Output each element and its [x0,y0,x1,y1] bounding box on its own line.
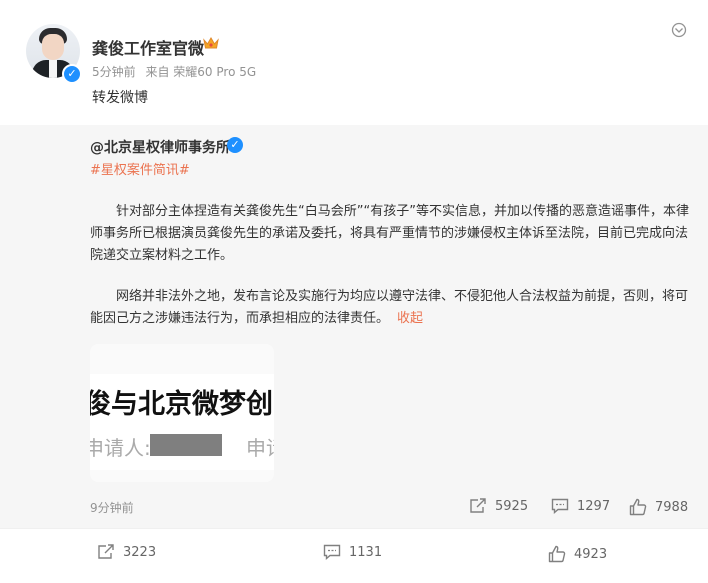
author-name[interactable]: 龚俊工作室官微 [92,35,204,59]
crown-icon [203,37,219,49]
quoted-repost-count: 5925 [495,498,529,514]
avatar-shirt [49,60,57,78]
like-button[interactable]: 4923 [548,545,607,563]
post-time[interactable]: 5分钟前 [92,65,136,79]
like-icon [548,545,566,563]
collapse-link[interactable]: 收起 [397,311,423,326]
repost-count: 3223 [123,544,157,560]
comment-count: 1131 [349,544,383,560]
repost-button[interactable]: 3223 [97,544,156,560]
weibo-post-card: ✓ 龚俊工作室官微 5分钟前 来自 荣耀60 Pro 5G 转发微博 @北京星权… [0,0,708,583]
post-source: 来自 荣耀60 Pro 5G [145,65,257,79]
comment-button[interactable]: 1131 [323,544,382,560]
thumbnail-redaction [150,434,222,456]
quoted-image-thumbnail[interactable]: 俊与北京微梦创 申请人: 申请 [90,344,274,482]
like-icon [629,498,647,516]
thumbnail-text-line1: 俊与北京微梦创 [90,389,273,420]
comment-icon [323,544,341,560]
thumbnail-text-line2: 申请人: [90,436,151,460]
quoted-verified-icon: ✓ [227,137,243,153]
quoted-time[interactable]: 9分钟前 [90,499,134,516]
more-icon[interactable] [666,22,692,38]
quoted-like-button[interactable]: 7988 [629,498,688,516]
quoted-like-count: 7988 [655,499,689,515]
quoted-comment-button[interactable]: 1297 [551,498,610,514]
thumbnail-text-line3: 申请 [246,436,274,460]
repost-icon [470,498,486,513]
verified-badge-icon: ✓ [62,64,82,84]
avatar-face [42,34,64,60]
repost-icon [98,544,114,559]
quoted-comment-count: 1297 [577,498,611,514]
post-meta: 5分钟前 来自 荣耀60 Pro 5G [92,63,256,80]
quoted-paragraph-2: 网络并非法外之地，发布言论及实施行为均应以遵守法律、不侵犯他人合法权益为前提，否… [90,286,690,330]
quoted-repost-button[interactable]: 5925 [469,498,528,514]
quoted-paragraph-1: 针对部分主体捏造有关龚俊先生“白马会所”“有孩子”等不实信息，并加以传播的恶意造… [90,204,689,263]
quoted-paragraph-2-text: 网络并非法外之地，发布言论及实施行为均应以遵守法律、不侵犯他人合法权益为前提，否… [90,289,689,326]
like-count: 4923 [574,546,608,562]
comment-icon [551,498,569,514]
quoted-author[interactable]: @北京星权律师事务所 [90,137,230,157]
hashtag-link[interactable]: #星权案件简讯# [90,159,190,178]
repost-text: 转发微博 [92,90,148,106]
